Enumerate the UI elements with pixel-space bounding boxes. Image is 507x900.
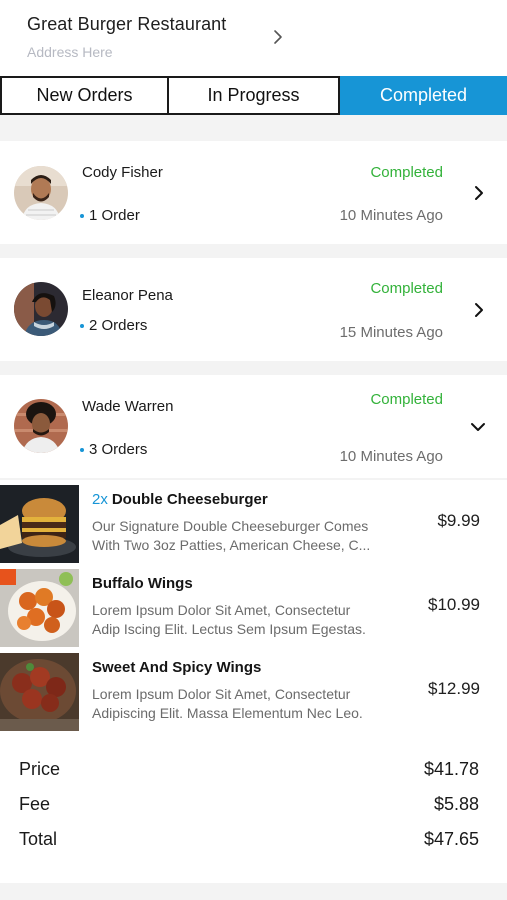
order-time: 15 Minutes Ago xyxy=(339,324,443,341)
item-price: $12.99 xyxy=(428,679,480,698)
buffalo-wings-image xyxy=(0,569,79,647)
total-label: Total xyxy=(19,829,58,849)
item-price: $9.99 xyxy=(437,511,480,530)
item-name: Buffalo Wings xyxy=(92,575,193,592)
item-title: Sweet And Spicy Wings xyxy=(92,659,261,676)
chevron-down-icon[interactable] xyxy=(470,421,486,433)
item-description-line: Lorem Ipsum Dolor Sit Amet, Consectetur xyxy=(92,602,351,618)
item-title: Buffalo Wings xyxy=(92,575,193,592)
customer-name: Cody Fisher xyxy=(82,164,163,181)
customer-name: Wade Warren xyxy=(82,398,174,415)
restaurant-name: Great Burger Restaurant xyxy=(27,14,227,34)
status-badge: Completed xyxy=(370,164,443,181)
fee-value: $5.88 xyxy=(433,794,479,814)
order-count-label: 3 Orders xyxy=(89,441,148,458)
total-row: Total $47.65 xyxy=(0,829,507,853)
bullet-dot xyxy=(80,447,84,452)
order-card[interactable]: Eleanor Pena 2 Orders Completed 15 Minut… xyxy=(0,258,507,361)
restaurant-header[interactable]: Great Burger Restaurant Address Here xyxy=(0,0,507,76)
order-time: 10 Minutes Ago xyxy=(339,207,443,224)
order-count-label: 1 Order xyxy=(89,207,140,224)
list-item[interactable]: Buffalo Wings Lorem Ipsum Dolor Sit Amet… xyxy=(0,569,507,647)
order-count: 1 Order xyxy=(80,207,140,224)
item-name: Double Cheeseburger xyxy=(111,491,268,508)
restaurant-address: Address Here xyxy=(27,44,113,60)
tab-new-orders[interactable]: New Orders xyxy=(0,76,169,115)
price-row: Price $41.78 xyxy=(0,759,507,783)
item-title: 2x Double Cheeseburger xyxy=(92,491,268,508)
chevron-right-icon[interactable] xyxy=(472,185,486,201)
fee-row: Fee $5.88 xyxy=(0,794,507,818)
fee-label: Fee xyxy=(19,794,51,814)
item-description-line: With Two 3oz Patties, American Cheese, C… xyxy=(92,537,371,553)
price-value: $41.78 xyxy=(423,759,479,779)
order-time: 10 Minutes Ago xyxy=(339,448,443,465)
item-quantity: 2x xyxy=(92,491,108,508)
order-card[interactable]: Wade Warren 3 Orders Completed 10 Minute… xyxy=(0,375,507,478)
avatar xyxy=(14,166,68,220)
tab-in-progress[interactable]: In Progress xyxy=(169,76,340,115)
bullet-dot xyxy=(80,213,84,218)
item-description-line: Our Signature Double Cheeseburger Comes xyxy=(92,518,369,534)
item-description: Our Signature Double Cheeseburger Comes … xyxy=(92,517,394,555)
avatar xyxy=(14,399,68,453)
total-value: $47.65 xyxy=(423,829,479,849)
avatar xyxy=(14,282,68,336)
tab-completed[interactable]: Completed xyxy=(340,76,507,115)
item-description: Lorem Ipsum Dolor Sit Amet, Consectetur … xyxy=(92,685,394,723)
spicy-wings-image xyxy=(0,653,79,731)
item-price: $10.99 xyxy=(428,595,480,614)
item-description-line: Adipiscing Elit. Massa Elementum Nec Leo… xyxy=(92,705,363,721)
order-count: 2 Orders xyxy=(80,317,147,334)
item-description-line: Lorem Ipsum Dolor Sit Amet, Consectetur xyxy=(92,686,351,702)
order-status-tabs: New Orders In Progress Completed xyxy=(0,76,507,115)
customer-name: Eleanor Pena xyxy=(82,287,173,304)
price-label: Price xyxy=(19,759,61,779)
burger-image xyxy=(0,485,79,563)
bullet-dot xyxy=(80,323,84,328)
order-card[interactable]: Cody Fisher 1 Order Completed 10 Minutes… xyxy=(0,141,507,244)
item-description-line: Adip Iscing Elit. Lectus Sem Ipsum Egest… xyxy=(92,621,366,637)
list-item[interactable]: Sweet And Spicy Wings Lorem Ipsum Dolor … xyxy=(0,653,507,731)
order-count-label: 2 Orders xyxy=(89,317,148,334)
chevron-right-icon[interactable] xyxy=(472,302,486,318)
status-badge: Completed xyxy=(370,280,443,297)
status-badge: Completed xyxy=(370,391,443,408)
list-item[interactable]: 2x Double Cheeseburger Our Signature Doub… xyxy=(0,485,507,563)
item-description: Lorem Ipsum Dolor Sit Amet, Consectetur … xyxy=(92,601,394,639)
order-count: 3 Orders xyxy=(80,441,147,458)
item-name: Sweet And Spicy Wings xyxy=(92,659,262,676)
order-details: 2x Double Cheeseburger Our Signature Doub… xyxy=(0,480,507,883)
chevron-right-icon[interactable] xyxy=(270,28,286,46)
